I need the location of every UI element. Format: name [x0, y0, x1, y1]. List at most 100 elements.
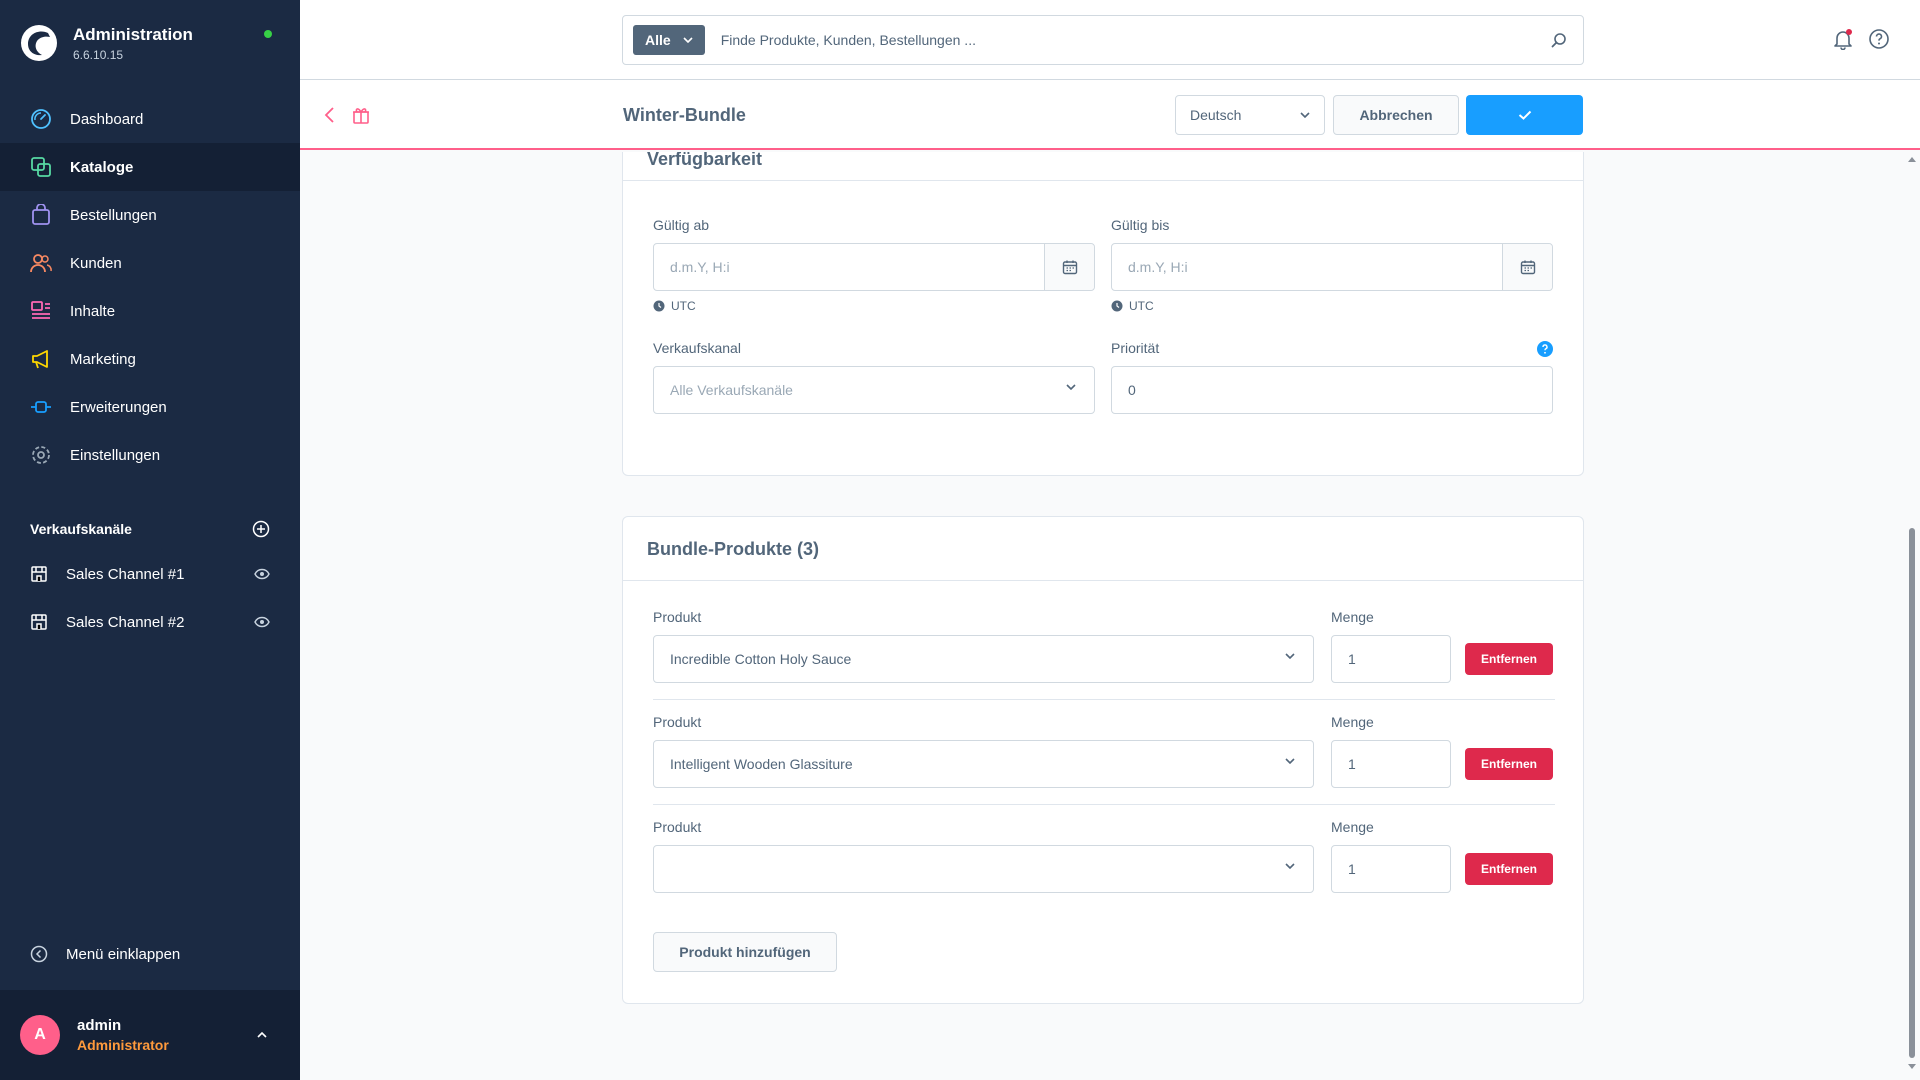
calendar-icon: [1520, 260, 1535, 275]
timezone-hint: UTC: [653, 299, 696, 313]
quantity-input[interactable]: 1: [1331, 740, 1451, 788]
valid-from-label: Gültig ab: [653, 217, 710, 233]
language-select[interactable]: Deutsch: [1175, 95, 1325, 135]
nav-item-marketing[interactable]: Marketing: [0, 335, 300, 383]
sales-channel-label: Sales Channel #2: [66, 613, 185, 631]
search-input[interactable]: [720, 32, 1551, 48]
product-value: Incredible Cotton Holy Sauce: [670, 651, 852, 667]
collapse-menu-label: Menü einklappen: [66, 945, 181, 963]
sales-channels-heading: Verkaufskanäle: [30, 520, 270, 538]
valid-until-input[interactable]: d.m.Y, H:i: [1111, 243, 1553, 291]
chevron-up-icon[interactable]: [256, 1031, 268, 1039]
date-picker-button[interactable]: [1044, 244, 1094, 290]
row-divider: [653, 804, 1555, 805]
quantity-label: Menge: [1331, 609, 1374, 625]
main-nav: Dashboard Kataloge Bestellungen Kunden I…: [0, 95, 300, 479]
eye-icon[interactable]: [254, 616, 270, 628]
chevron-down-icon: [1066, 384, 1076, 390]
search-icon[interactable]: [1551, 32, 1567, 48]
checkmark-icon: [1518, 110, 1531, 120]
top-header: Alle: [300, 0, 1920, 80]
nav-label: Kunden: [70, 254, 122, 272]
status-indicator: [264, 30, 272, 38]
user-name: admin: [77, 1017, 122, 1034]
valid-until-label: Gültig bis: [1111, 217, 1170, 233]
catalog-icon: [31, 157, 51, 177]
nav-item-customers[interactable]: Kunden: [0, 239, 300, 287]
add-product-button[interactable]: Produkt hinzufügen: [653, 932, 837, 972]
scrollbar[interactable]: [1904, 152, 1920, 1080]
shopware-logo-icon: [21, 25, 57, 61]
availability-title: Verfügbarkeit: [647, 152, 763, 169]
date-picker-button[interactable]: [1502, 244, 1552, 290]
nav-item-catalogs[interactable]: Kataloge: [0, 143, 300, 191]
global-search: Alle: [622, 15, 1584, 65]
sales-channel-item[interactable]: Sales Channel #1: [0, 550, 300, 598]
scroll-thumb[interactable]: [1909, 528, 1915, 1058]
sales-channel-label: Verkaufskanal: [653, 340, 741, 356]
chevron-left-circle-icon: [30, 945, 48, 963]
valid-from-placeholder: d.m.Y, H:i: [670, 259, 730, 275]
remove-button[interactable]: Entfernen: [1465, 643, 1553, 675]
app-version: 6.6.10.15: [73, 47, 124, 62]
valid-until-placeholder: d.m.Y, H:i: [1128, 259, 1188, 275]
calendar-icon: [1062, 260, 1077, 275]
priority-input[interactable]: 0: [1111, 366, 1553, 414]
chevron-down-icon: [1285, 758, 1295, 764]
timezone-label: UTC: [671, 299, 696, 313]
remove-button[interactable]: Entfernen: [1465, 853, 1553, 885]
card-header: Bundle-Produkte (3): [623, 517, 1583, 581]
product-select[interactable]: Intelligent Wooden Glassiture: [653, 740, 1314, 788]
cancel-button[interactable]: Abbrechen: [1333, 95, 1459, 135]
notifications-button[interactable]: [1832, 28, 1854, 50]
clock-icon: [1111, 300, 1123, 312]
row-divider: [653, 699, 1555, 700]
sales-channel-list: Sales Channel #1 Sales Channel #2: [0, 550, 300, 646]
nav-item-settings[interactable]: Einstellungen: [0, 431, 300, 479]
storefront-icon: [31, 566, 47, 582]
scroll-down-arrow-icon[interactable]: [1908, 1064, 1916, 1070]
sales-channel-select[interactable]: Alle Verkaufskanäle: [653, 366, 1095, 414]
remove-button[interactable]: Entfernen: [1465, 748, 1553, 780]
user-role: Administrator: [77, 1037, 169, 1053]
sales-channel-placeholder: Alle Verkaufskanäle: [670, 382, 793, 398]
quantity-value: 1: [1348, 756, 1356, 772]
valid-from-input[interactable]: d.m.Y, H:i: [653, 243, 1095, 291]
product-select[interactable]: Incredible Cotton Holy Sauce: [653, 635, 1314, 683]
timezone-label: UTC: [1129, 299, 1154, 313]
chevron-left-icon[interactable]: [322, 105, 338, 125]
nav-item-orders[interactable]: Bestellungen: [0, 191, 300, 239]
content-icon: [31, 301, 50, 319]
help-icon[interactable]: [1868, 28, 1890, 50]
scroll-up-arrow-icon[interactable]: [1908, 156, 1916, 162]
extensions-icon: [31, 401, 51, 413]
search-type-select[interactable]: Alle: [633, 25, 705, 55]
collapse-menu-button[interactable]: Menü einklappen: [30, 945, 180, 963]
sales-channel-item[interactable]: Sales Channel #2: [0, 598, 300, 646]
availability-card: Verfügbarkeit Gültig ab d.m.Y, H:i UTC G…: [622, 152, 1584, 476]
sidebar: Administration 6.6.10.15 Dashboard Katal…: [0, 0, 300, 1080]
nav-label: Dashboard: [70, 110, 144, 128]
timezone-hint: UTC: [1111, 299, 1154, 313]
settings-icon: [32, 446, 50, 464]
quantity-input[interactable]: 1: [1331, 635, 1451, 683]
help-tooltip-icon[interactable]: [1537, 341, 1553, 357]
storefront-icon: [31, 614, 47, 630]
nav-item-content[interactable]: Inhalte: [0, 287, 300, 335]
chevron-down-icon: [1285, 653, 1295, 659]
priority-value: 0: [1128, 382, 1136, 398]
eye-icon[interactable]: [254, 568, 270, 580]
chevron-down-icon: [1300, 112, 1310, 118]
brand[interactable]: Administration 6.6.10.15: [20, 24, 193, 62]
product-label: Produkt: [653, 609, 702, 625]
add-circle-icon[interactable]: [252, 520, 270, 538]
nav-item-dashboard[interactable]: Dashboard: [0, 95, 300, 143]
product-select[interactable]: [653, 845, 1314, 893]
quantity-value: 1: [1348, 861, 1356, 877]
nav-item-extensions[interactable]: Erweiterungen: [0, 383, 300, 431]
user-menu[interactable]: A admin Administrator: [0, 990, 300, 1080]
sales-channel-label: Sales Channel #1: [66, 565, 185, 583]
page-title: Winter-Bundle: [623, 105, 746, 125]
save-button[interactable]: [1466, 95, 1583, 135]
quantity-input[interactable]: 1: [1331, 845, 1451, 893]
